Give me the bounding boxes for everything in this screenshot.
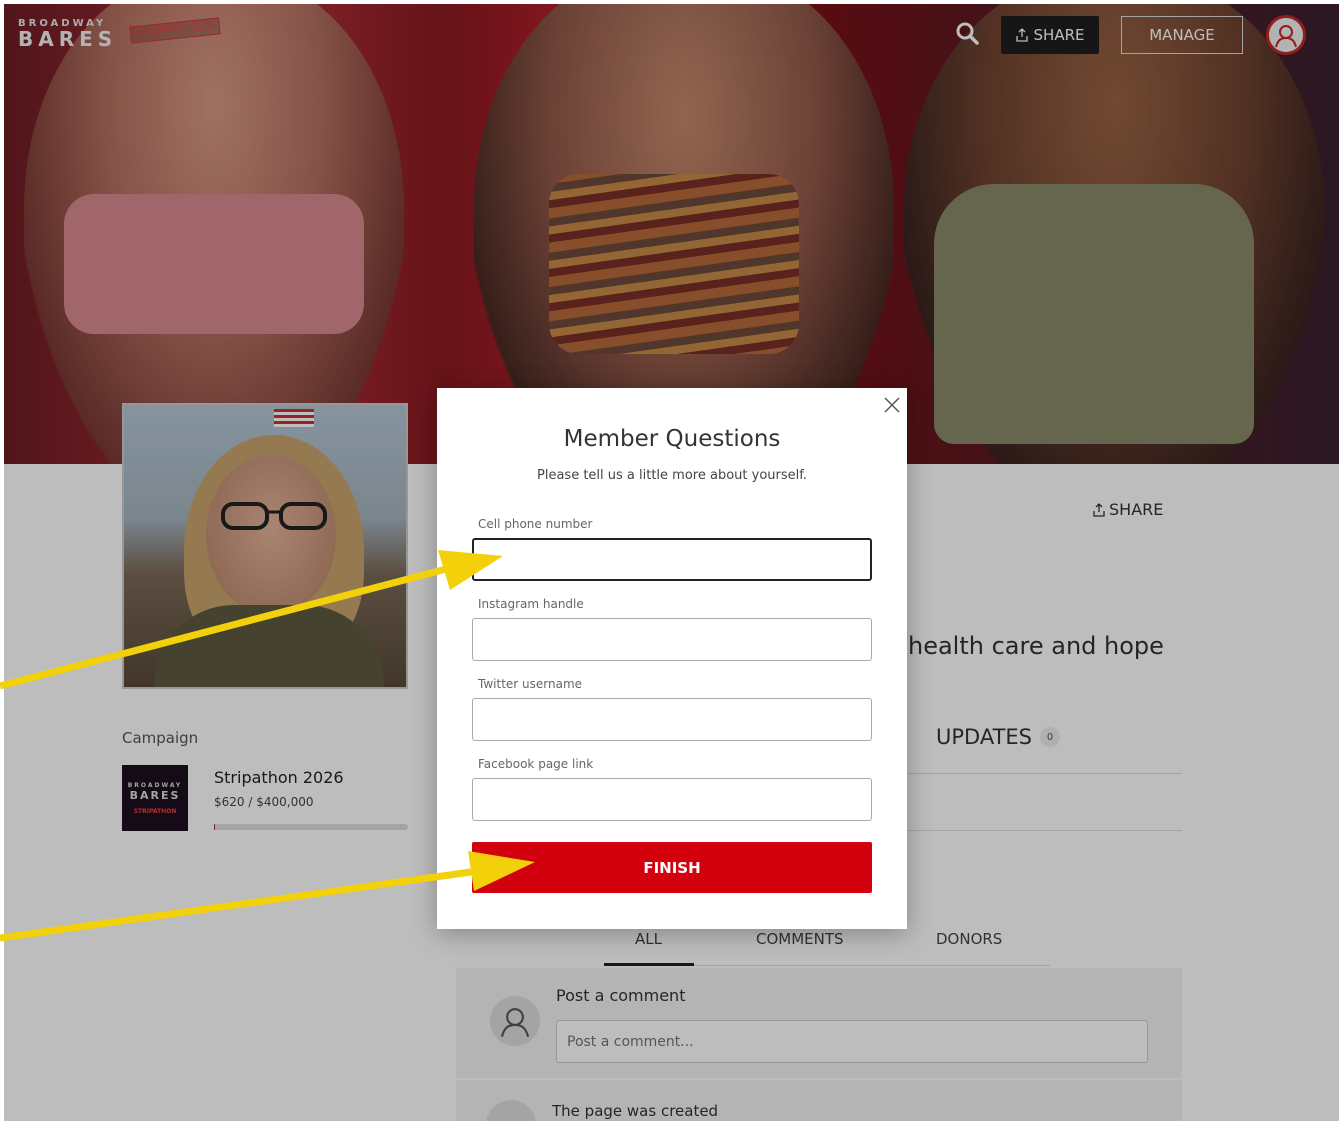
facebook-field[interactable] xyxy=(472,778,872,821)
instagram-field[interactable] xyxy=(472,618,872,661)
close-icon[interactable] xyxy=(881,394,903,416)
twitter-label: Twitter username xyxy=(478,677,583,691)
cell-phone-label: Cell phone number xyxy=(478,517,593,531)
facebook-label: Facebook page link xyxy=(478,757,594,771)
modal-subtitle: Please tell us a little more about yours… xyxy=(537,468,807,483)
cell-phone-field[interactable] xyxy=(472,538,872,581)
finish-button[interactable]: FINISH xyxy=(472,842,872,893)
twitter-field[interactable] xyxy=(472,698,872,741)
member-questions-modal: Member Questions Please tell us a little… xyxy=(437,388,907,929)
modal-title: Member Questions xyxy=(563,426,781,452)
instagram-label: Instagram handle xyxy=(478,597,584,611)
